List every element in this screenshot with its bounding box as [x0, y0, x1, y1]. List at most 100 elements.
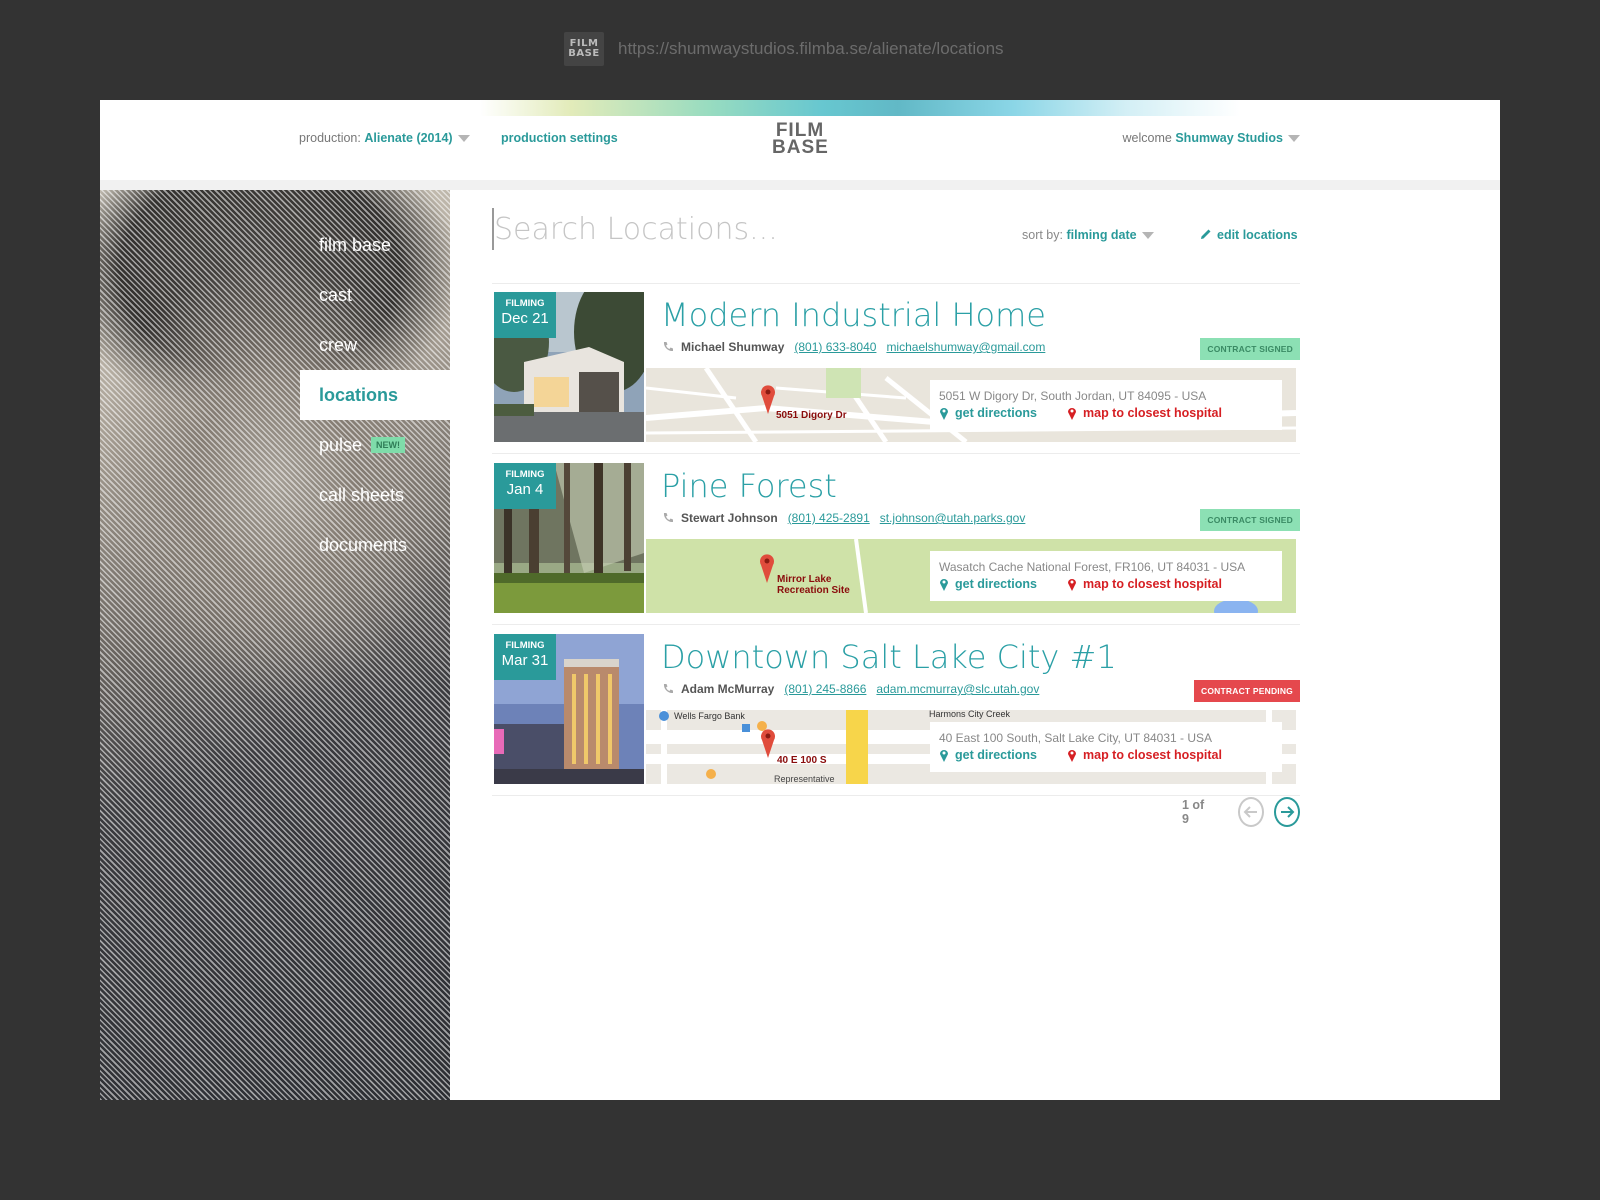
next-page-button[interactable] [1273, 797, 1300, 827]
arrow-left-icon [1243, 806, 1257, 818]
location-title[interactable]: Downtown Salt Lake City #1 [661, 638, 1117, 676]
sidebar: film base cast crew locations pulse NEW! … [100, 190, 450, 1100]
filming-label: FILMING [505, 469, 545, 480]
directions-label: get directions [955, 577, 1037, 591]
edit-locations-button[interactable]: edit locations [1200, 228, 1298, 242]
location-photo[interactable]: FILMING Jan 4 [494, 463, 644, 613]
email-link[interactable]: st.johnson@utah.parks.gov [880, 511, 1026, 525]
directions-label: get directions [955, 748, 1037, 762]
phone-link[interactable]: (801) 245-8866 [784, 682, 866, 696]
location-map[interactable]: Mirror Lake Recreation Site Wasatch Cach… [646, 539, 1296, 613]
list-divider [492, 283, 1300, 284]
address-panel: Wasatch Cache National Forest, FR106, UT… [930, 551, 1282, 601]
phone-link[interactable]: (801) 633-8040 [794, 340, 876, 354]
filming-date-tag: FILMING Mar 31 [494, 634, 556, 680]
filming-label: FILMING [505, 298, 545, 309]
location-card[interactable]: FILMING Jan 4 Pine Forest Stewart Johnso… [492, 463, 1300, 625]
filming-label: FILMING [505, 640, 545, 651]
filmbase-favicon-icon: FILM BASE [564, 32, 604, 66]
status-badge: CONTRACT PENDING [1194, 680, 1300, 702]
address-text: 5051 W Digory Dr, South Jordan, UT 84095… [939, 389, 1207, 403]
pin-icon [940, 750, 948, 762]
hospital-pin-icon [1068, 408, 1076, 420]
map-pin-icon [761, 385, 775, 414]
location-title[interactable]: Pine Forest [661, 467, 837, 505]
production-name[interactable]: Alienate (2014) [364, 131, 452, 145]
email-link[interactable]: michaelshumway@gmail.com [886, 340, 1045, 354]
sort-selector[interactable]: sort by: filming date [1022, 228, 1154, 242]
email-link[interactable]: adam.mcmurray@slc.utah.gov [876, 682, 1039, 696]
map-pin-icon [760, 554, 774, 583]
directions-label: get directions [955, 406, 1037, 420]
sidebar-item-pulse[interactable]: pulse NEW! [300, 420, 450, 470]
sidebar-item-locations[interactable]: locations [300, 370, 450, 420]
sidebar-item-label: call sheets [319, 484, 405, 505]
sidebar-item-label: film base [319, 234, 392, 255]
search-input[interactable] [492, 208, 812, 250]
closest-hospital-link[interactable]: map to closest hospital [1067, 406, 1222, 420]
browser-url-bar[interactable]: FILM BASE https://shumwaystudios.filmba.… [564, 32, 1004, 66]
filming-date: Mar 31 [501, 652, 549, 669]
user-name[interactable]: Shumway Studios [1175, 131, 1283, 145]
phone-icon [663, 513, 673, 523]
sidebar-item-cast[interactable]: cast [300, 270, 450, 320]
filming-date-tag: FILMING Dec 21 [494, 292, 556, 338]
sort-value[interactable]: filming date [1066, 228, 1136, 242]
page-indicator: 1 of 9 [1182, 798, 1205, 826]
location-photo[interactable]: FILMING Mar 31 [494, 634, 644, 784]
location-map[interactable]: 5051 Digory Dr 5051 W Digory Dr, South J… [646, 368, 1296, 442]
hospital-pin-icon [1068, 750, 1076, 762]
phone-icon [663, 684, 673, 694]
hospital-label: map to closest hospital [1083, 748, 1222, 762]
sidebar-nav: film base cast crew locations pulse NEW! … [300, 220, 450, 570]
production-selector[interactable]: production: Alienate (2014) [299, 131, 470, 145]
get-directions-link[interactable]: get directions [939, 748, 1067, 762]
arrow-right-icon [1280, 806, 1295, 818]
phone-icon [663, 342, 673, 352]
sort-prefix: sort by: [1022, 228, 1063, 242]
chevron-down-icon[interactable] [1141, 232, 1154, 240]
location-card[interactable]: FILMING Mar 31 Downtown Salt Lake City #… [492, 634, 1300, 796]
sidebar-item-call-sheets[interactable]: call sheets [300, 470, 450, 520]
filmbase-logo[interactable]: FILM BASE [772, 121, 828, 157]
chevron-down-icon[interactable] [457, 135, 470, 143]
closest-hospital-link[interactable]: map to closest hospital [1067, 748, 1222, 762]
location-photo[interactable]: FILMING Dec 21 [494, 292, 644, 442]
favicon-line2: BASE [568, 48, 600, 59]
sidebar-item-label: documents [319, 534, 408, 555]
pagination: 1 of 9 [1182, 797, 1300, 827]
location-card[interactable]: FILMING Dec 21 Modern Industrial Home Mi… [492, 292, 1300, 454]
get-directions-link[interactable]: get directions [939, 406, 1067, 420]
production-settings-link[interactable]: production settings [501, 131, 618, 145]
location-map[interactable]: 40 E 100 S Wells Fargo Bank Representati… [646, 710, 1296, 784]
url-text[interactable]: https://shumwaystudios.filmba.se/alienat… [618, 39, 1004, 59]
phone-link[interactable]: (801) 425-2891 [788, 511, 870, 525]
map-pin-label: Mirror Lake Recreation Site [777, 574, 850, 596]
previous-page-button[interactable] [1237, 797, 1264, 827]
address-panel: 5051 W Digory Dr, South Jordan, UT 84095… [930, 380, 1282, 430]
address-panel: 40 East 100 South, Salt Lake City, UT 84… [930, 722, 1282, 772]
map-poi-representative: Representative [774, 774, 835, 784]
top-header: production: Alienate (2014) production s… [100, 100, 1500, 180]
filming-date: Dec 21 [501, 310, 549, 327]
map-pin-label: 40 E 100 S [777, 755, 827, 766]
location-title[interactable]: Modern Industrial Home [661, 296, 1046, 334]
closest-hospital-link[interactable]: map to closest hospital [1067, 577, 1222, 591]
sidebar-item-label: cast [319, 284, 353, 305]
sidebar-item-label: pulse [319, 434, 363, 455]
contact-name: Stewart Johnson [681, 511, 778, 525]
pencil-icon [1201, 229, 1211, 239]
filming-date: Jan 4 [506, 481, 544, 498]
sidebar-item-crew[interactable]: crew [300, 320, 450, 370]
sidebar-item-documents[interactable]: documents [300, 520, 450, 570]
map-poi-bank: Wells Fargo Bank [674, 711, 745, 721]
new-badge: NEW! [371, 437, 406, 453]
chevron-down-icon[interactable] [1288, 135, 1300, 143]
map-poi-creek: Harmons City Creek [929, 710, 1011, 719]
get-directions-link[interactable]: get directions [939, 577, 1067, 591]
user-menu[interactable]: welcome Shumway Studios [1123, 131, 1300, 145]
contact-name: Michael Shumway [681, 340, 785, 354]
hospital-label: map to closest hospital [1083, 577, 1222, 591]
map-pin-icon [761, 729, 775, 758]
sidebar-item-film-base[interactable]: film base [300, 220, 450, 270]
